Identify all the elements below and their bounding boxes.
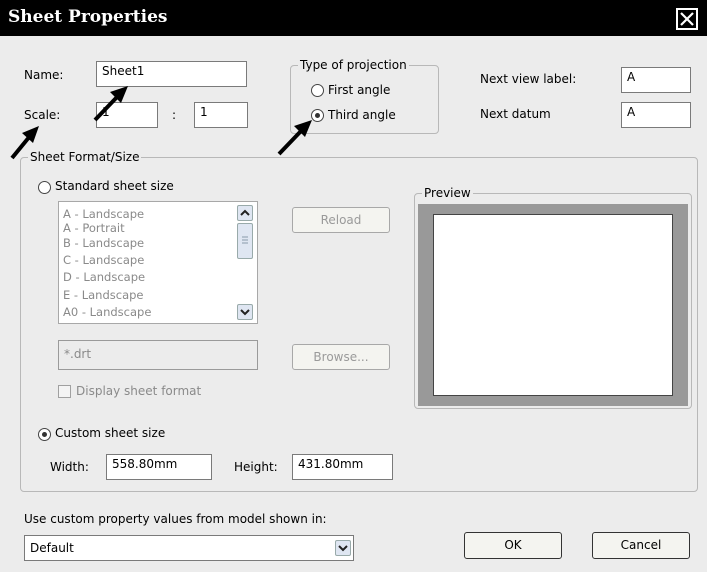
arrow-icon — [93, 86, 128, 122]
callout-arrows — [10, 86, 312, 160]
arrow-icon — [10, 126, 39, 160]
arrow-icon — [277, 120, 312, 156]
